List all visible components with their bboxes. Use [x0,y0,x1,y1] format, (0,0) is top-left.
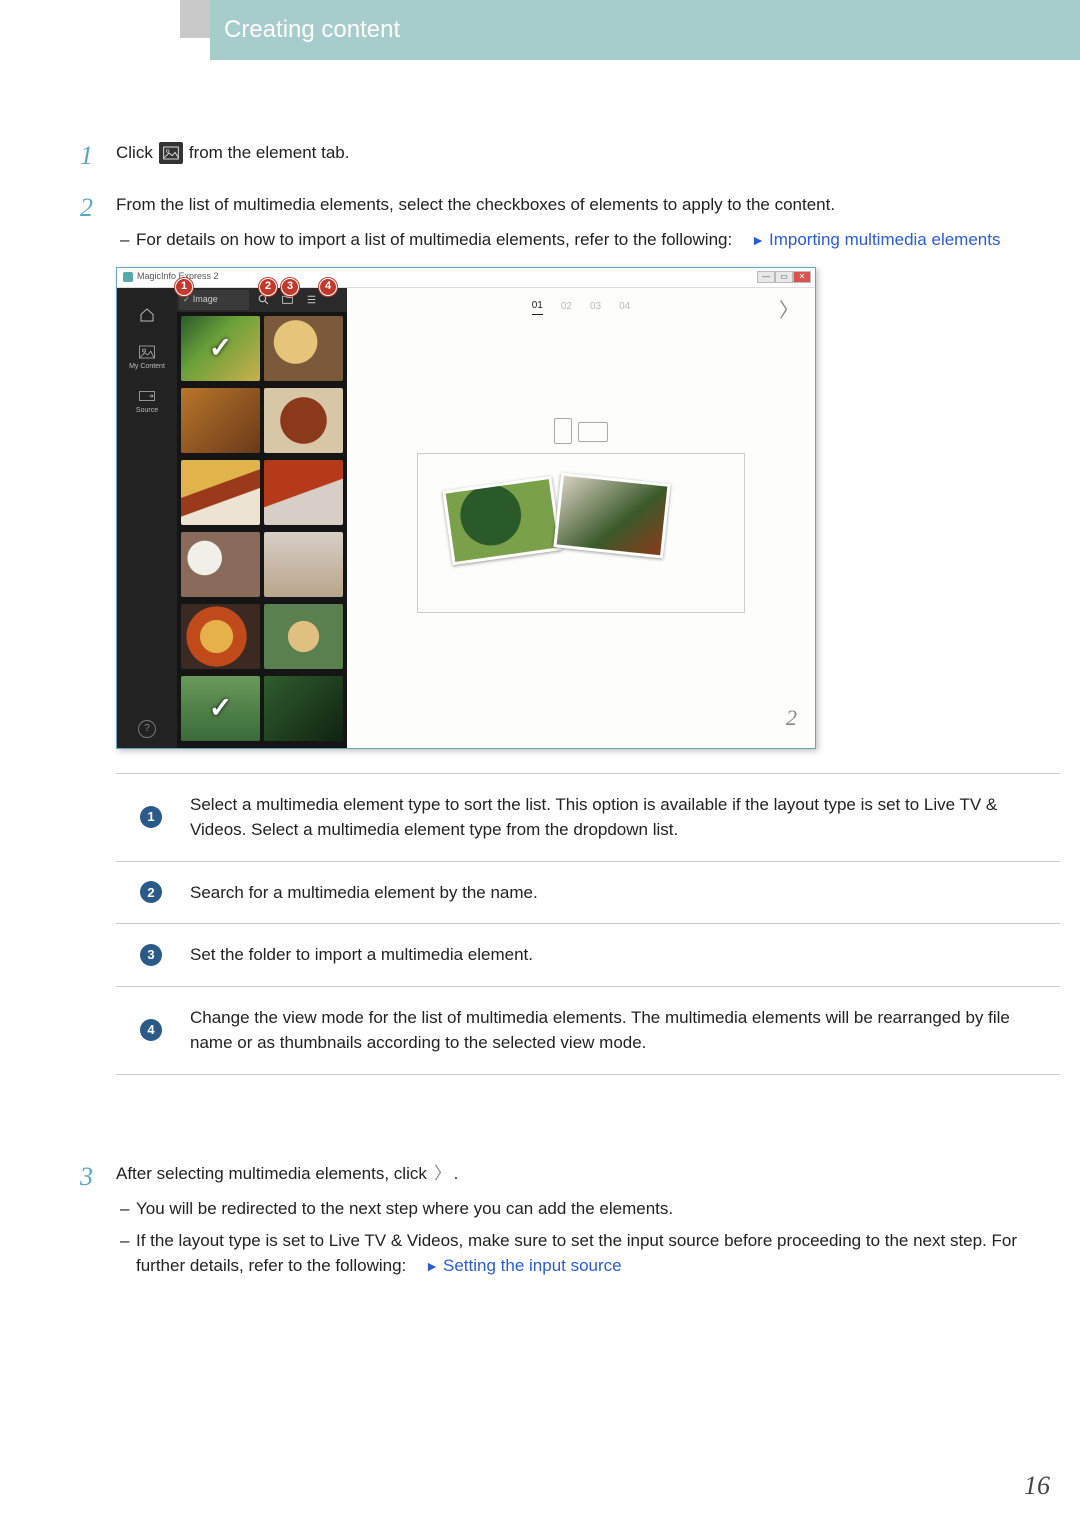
page-header-title: Creating content [224,12,400,48]
image-icon [138,344,156,360]
callout-desc-1: Select a multimedia element type to sort… [186,773,1060,861]
minimize-button[interactable]: — [757,271,775,283]
maximize-button[interactable]: ▭ [775,271,793,283]
callout-2: 2 [259,278,277,296]
callout-table: 1 Select a multimedia element type to so… [116,773,1060,1075]
page-2[interactable]: 02 [561,299,572,314]
callout-badge-2: 2 [140,881,162,903]
thumbnail[interactable]: ✓ [181,676,260,742]
callout-desc-3: Set the folder to import a multimedia el… [186,924,1060,987]
thumbnail[interactable] [264,604,343,670]
next-arrow-icon: 〉 [432,1164,454,1184]
canvas-page-number: 2 [786,701,797,734]
link-input-source[interactable]: Setting the input source [443,1256,622,1275]
home-icon [138,307,156,323]
thumbnail-grid: ✓ ✓ [177,312,347,748]
check-icon: ✓ [209,687,232,729]
page-4[interactable]: 04 [619,299,630,314]
source-icon [138,388,156,404]
thumbnail[interactable] [264,388,343,454]
step-2: From the list of multimedia elements, se… [80,192,1060,1135]
step2-text: From the list of multimedia elements, se… [116,195,835,214]
thumbnail[interactable] [181,460,260,526]
thumbnail[interactable] [181,388,260,454]
my-content-label: My Content [129,362,165,373]
table-row: 3 Set the folder to import a multimedia … [116,924,1060,987]
check-icon: ✓ [209,327,232,369]
canvas-area: 01 02 03 04 〉 2 [347,288,815,748]
step2-sub1: For details on how to import a list of m… [116,227,1060,253]
step3-post: . [454,1164,459,1183]
page-header: Creating content [210,0,1080,60]
link-importing[interactable]: Importing multimedia elements [769,230,1000,249]
device-preview-icons [554,418,608,444]
header-tab-gray [180,0,210,38]
help-button[interactable]: ? [138,720,156,738]
callout-desc-4: Change the view mode for the list of mul… [186,986,1060,1074]
step3-sub2: If the layout type is set to Live TV & V… [116,1228,1060,1279]
link-marker-icon: ► [425,1258,439,1274]
callout-1: 1 [175,278,193,296]
landscape-device-icon [578,422,608,442]
close-button[interactable]: ✕ [793,271,811,283]
page-3[interactable]: 03 [590,299,601,314]
placed-photo[interactable] [553,472,670,558]
source-button[interactable]: Source [124,384,170,422]
callout-badge-4: 4 [140,1019,162,1041]
page-number: 16 [1024,1466,1050,1505]
callout-badge-3: 3 [140,944,162,966]
sidebar: My Content Source ? [117,288,177,748]
step1-pre: Click [116,140,153,166]
page-1[interactable]: 01 [532,298,543,315]
thumbnail[interactable] [181,532,260,598]
step-1: Click from the element tab. [80,140,1060,166]
step2-sub1-pre: For details on how to import a list of m… [136,230,732,249]
table-row: 2 Search for a multimedia element by the… [116,861,1060,924]
portrait-device-icon [554,418,572,444]
step3-sub1: You will be redirected to the next step … [116,1196,1060,1222]
placed-photo[interactable] [442,475,561,565]
step1-post: from the element tab. [189,140,350,166]
my-content-button[interactable]: My Content [124,340,170,378]
source-label: Source [136,406,158,417]
app-logo-icon [123,272,133,282]
step3-pre: After selecting multimedia elements, cli… [116,1164,427,1183]
home-button[interactable] [124,296,170,334]
window-titlebar: MagicInfo Express 2 — ▭ ✕ [117,268,815,288]
step-list: Click from the element tab. From the lis… [80,140,1060,1279]
thumbnail[interactable] [181,604,260,670]
element-panel-toolbar: 1 Image 2 3 4 [177,288,347,312]
view-mode-button[interactable] [301,290,321,310]
table-row: 4 Change the view mode for the list of m… [116,986,1060,1074]
page-content: Click from the element tab. From the lis… [80,140,1060,1305]
image-element-icon [159,142,183,164]
thumbnail[interactable]: ✓ [181,316,260,382]
list-icon [305,293,318,306]
callout-badge-1: 1 [140,806,162,828]
thumbnail[interactable] [264,460,343,526]
callout-desc-2: Search for a multimedia element by the n… [186,861,1060,924]
page-indicator: 01 02 03 04 [347,298,815,315]
thumbnail[interactable] [264,676,343,742]
thumbnail[interactable] [264,532,343,598]
callout-3: 3 [281,278,299,296]
app-screenshot: MagicInfo Express 2 — ▭ ✕ [116,267,816,749]
thumbnail[interactable] [264,316,343,382]
step-3: After selecting multimedia elements, cli… [80,1161,1060,1279]
table-row: 1 Select a multimedia element type to so… [116,773,1060,861]
link-marker-icon: ► [751,232,765,248]
element-panel: 1 Image 2 3 4 ✓ [177,288,347,748]
next-page-button[interactable]: 〉 [779,296,799,326]
callout-4: 4 [319,278,337,296]
